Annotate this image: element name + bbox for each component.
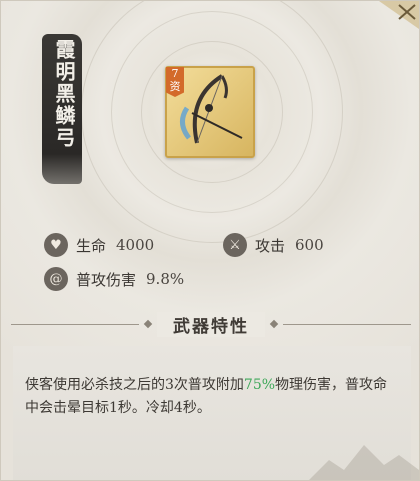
- divider-ornament: [143, 319, 153, 329]
- divider-ornament: [269, 319, 279, 329]
- description-highlight: 75%: [243, 377, 276, 393]
- sword-icon: ⚔: [223, 233, 247, 257]
- grade-char: 资: [169, 80, 181, 93]
- weapon-name: 霞明黑鳞弓: [52, 39, 76, 149]
- stat-hp-label: 生命: [76, 236, 107, 255]
- stat-hp-value: 4000: [116, 236, 155, 254]
- section-title: 武器特性: [157, 311, 265, 337]
- mountain-decoration: [309, 445, 419, 480]
- description-text: 侠客使用必杀技之后的3次普攻附加: [25, 377, 244, 393]
- grade-badge: 7 资: [166, 67, 184, 97]
- section-header: 武器特性: [11, 309, 411, 339]
- divider: [11, 323, 139, 325]
- stat-normal-damage-label: 普攻伤害: [76, 270, 137, 289]
- close-button[interactable]: [369, 1, 419, 29]
- weapon-detail-panel: 霞明黑鳞弓 7 资 ♥ 生命 4000 ⚔ 攻击 600 @ 普攻伤害 9.8%…: [0, 0, 420, 481]
- stat-attack-value: 600: [295, 236, 324, 254]
- close-icon: [379, 1, 419, 29]
- stat-attack-label: 攻击: [255, 236, 286, 255]
- divider: [283, 323, 411, 325]
- stat-normal-damage-value: 9.8%: [146, 270, 185, 288]
- stat-normal-damage: @ 普攻伤害 9.8%: [44, 267, 184, 291]
- swirl-icon: @: [44, 267, 68, 291]
- heart-icon: ♥: [44, 233, 68, 257]
- stat-hp: ♥ 生命 4000: [44, 233, 154, 257]
- stat-attack: ⚔ 攻击 600: [223, 233, 324, 257]
- grade-number: 7: [171, 67, 179, 80]
- weapon-item-card[interactable]: 7 资: [165, 66, 255, 158]
